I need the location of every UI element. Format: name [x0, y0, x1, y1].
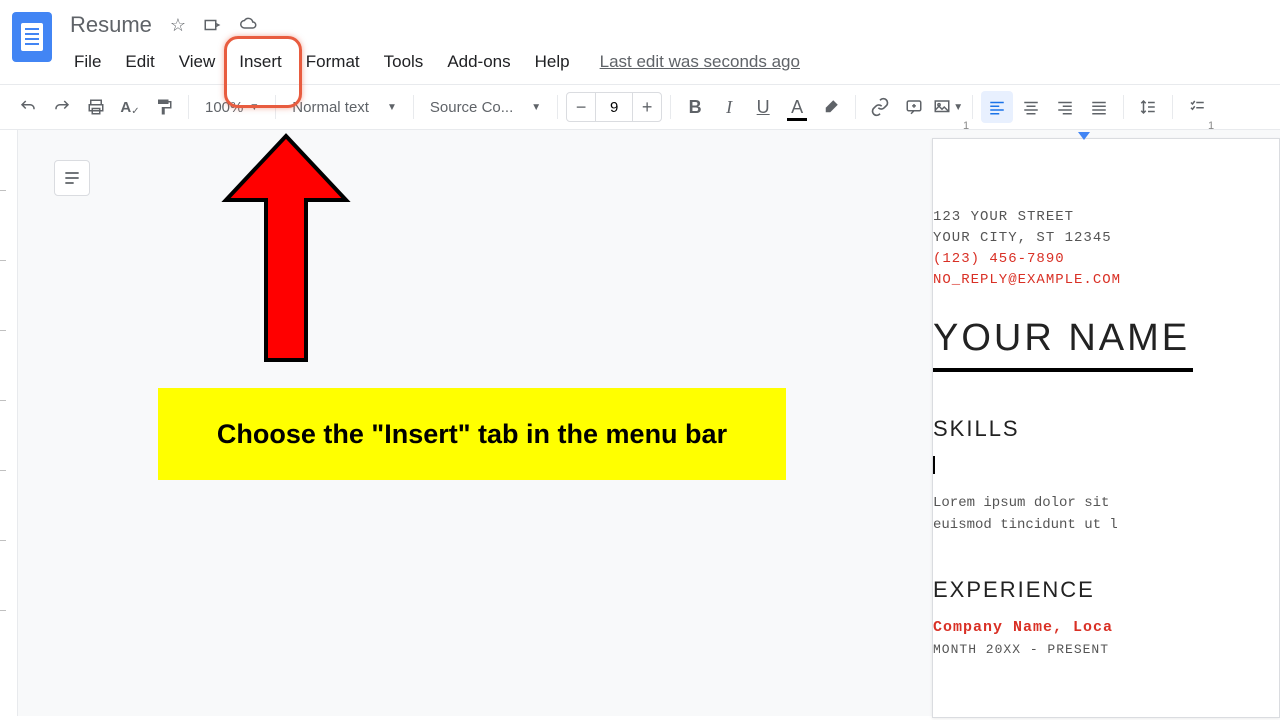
spellcheck-button[interactable]: A✓: [114, 91, 146, 123]
highlight-button[interactable]: [815, 91, 847, 123]
undo-button[interactable]: [12, 91, 44, 123]
menu-insert[interactable]: Insert: [229, 46, 292, 78]
align-center-button[interactable]: [1015, 91, 1047, 123]
move-icon[interactable]: [202, 16, 222, 34]
font-select[interactable]: Source Co...▼: [422, 95, 549, 120]
line-spacing-button[interactable]: [1132, 91, 1164, 123]
checklist-button[interactable]: [1181, 91, 1213, 123]
separator: [855, 95, 856, 119]
ruler-number: 1: [1208, 120, 1214, 132]
separator: [1172, 95, 1173, 119]
menu-help[interactable]: Help: [525, 46, 580, 78]
separator: [188, 95, 189, 119]
insert-image-button[interactable]: ▼: [932, 91, 964, 123]
text-color-button[interactable]: A: [781, 91, 813, 123]
resume-email: NO_REPLY@EXAMPLE.COM: [933, 270, 1279, 291]
ruler-number: 1: [963, 120, 969, 132]
resume-phone: (123) 456-7890: [933, 249, 1279, 270]
menu-file[interactable]: File: [64, 46, 111, 78]
insert-link-button[interactable]: [864, 91, 896, 123]
menu-bar: File Edit View Insert Format Tools Add-o…: [64, 44, 1268, 80]
separator: [1123, 95, 1124, 119]
separator: [972, 95, 973, 119]
menu-tools[interactable]: Tools: [374, 46, 434, 78]
app-header: Resume ☆ File Edit View Insert Format To…: [0, 0, 1280, 80]
italic-button[interactable]: I: [713, 91, 745, 123]
document-page[interactable]: 123 YOUR STREET YOUR CITY, ST 12345 (123…: [932, 138, 1280, 718]
font-size-input[interactable]: [595, 93, 633, 121]
separator: [413, 95, 414, 119]
print-button[interactable]: [80, 91, 112, 123]
resume-street: 123 YOUR STREET: [933, 207, 1279, 228]
docs-logo[interactable]: [12, 12, 52, 62]
resume-skills-heading: SKILLS: [933, 416, 1279, 442]
decrease-font-button[interactable]: −: [567, 93, 595, 121]
annotation-callout: Choose the "Insert" tab in the menu bar: [158, 388, 786, 480]
increase-font-button[interactable]: +: [633, 93, 661, 121]
align-left-button[interactable]: [981, 91, 1013, 123]
menu-addons[interactable]: Add-ons: [437, 46, 520, 78]
document-outline-button[interactable]: [54, 160, 90, 196]
menu-view[interactable]: View: [169, 46, 226, 78]
align-right-button[interactable]: [1049, 91, 1081, 123]
redo-button[interactable]: [46, 91, 78, 123]
vertical-ruler: [0, 130, 18, 716]
menu-format[interactable]: Format: [296, 46, 370, 78]
resume-lorem-line: euismod tincidunt ut l: [933, 514, 1279, 536]
font-size-group: − +: [566, 92, 662, 122]
resume-dates: MONTH 20XX - PRESENT: [933, 642, 1279, 657]
add-comment-button[interactable]: [898, 91, 930, 123]
cloud-status-icon[interactable]: [238, 16, 260, 34]
underline-button[interactable]: U: [747, 91, 779, 123]
separator: [275, 95, 276, 119]
star-icon[interactable]: ☆: [170, 15, 186, 36]
resume-experience-heading: EXPERIENCE: [933, 577, 1279, 603]
annotation-arrow-icon: [206, 130, 366, 370]
bold-button[interactable]: B: [679, 91, 711, 123]
resume-name-heading: YOUR NAME: [933, 317, 1279, 360]
paint-format-button[interactable]: [148, 91, 180, 123]
document-title[interactable]: Resume: [64, 10, 158, 40]
document-canvas: 1 1 Choose the "Insert" tab in the menu …: [0, 130, 1280, 716]
last-edit-link[interactable]: Last edit was seconds ago: [600, 52, 800, 72]
ruler-margin-marker[interactable]: [1078, 132, 1090, 140]
toolbar: A✓ 100%▼ Normal text▼ Source Co...▼ − + …: [0, 84, 1280, 130]
resume-lorem-line: Lorem ipsum dolor sit: [933, 492, 1279, 514]
resume-company: Company Name, Loca: [933, 619, 1279, 636]
menu-edit[interactable]: Edit: [115, 46, 164, 78]
resume-city: YOUR CITY, ST 12345: [933, 228, 1279, 249]
paragraph-style-select[interactable]: Normal text▼: [284, 95, 405, 120]
text-cursor: [933, 456, 935, 474]
separator: [557, 95, 558, 119]
separator: [670, 95, 671, 119]
align-justify-button[interactable]: [1083, 91, 1115, 123]
resume-name-underline: [933, 368, 1193, 372]
zoom-select[interactable]: 100%▼: [197, 95, 267, 120]
